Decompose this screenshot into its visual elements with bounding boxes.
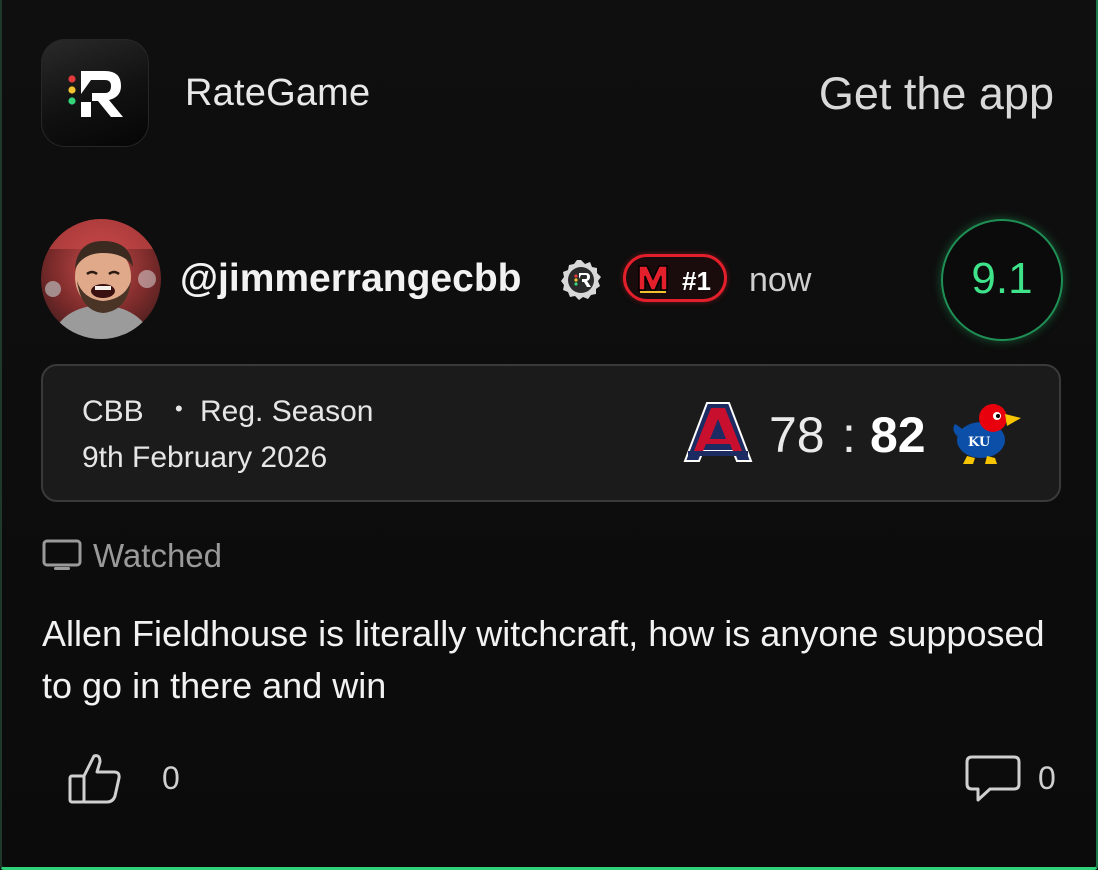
post-timestamp: now (749, 261, 812, 299)
comment-icon[interactable] (964, 754, 1022, 804)
kansas-jayhawk-logo-icon: KU (949, 400, 1023, 466)
comment-count: 0 (1038, 760, 1056, 796)
team-rank-badge[interactable]: #1 (623, 254, 727, 302)
home-score: 82 (870, 407, 926, 463)
avatar[interactable] (41, 219, 161, 339)
maryland-m-logo-icon (636, 263, 670, 295)
rategame-logo-icon[interactable] (41, 39, 149, 147)
svg-text:KU: KU (968, 435, 991, 450)
game-date: 9th February 2026 (82, 441, 328, 474)
app-name: RateGame (185, 72, 371, 114)
review-text: Allen Fieldhouse is literally witchcraft… (42, 613, 1045, 706)
league-label: CBB (82, 395, 144, 428)
score-separator: : (842, 407, 856, 463)
away-score: 78 (769, 407, 825, 463)
rating-value: 9.1 (971, 254, 1033, 303)
rating-score-badge: 9.1 (941, 219, 1063, 341)
get-the-app-link[interactable]: Get the app (819, 68, 1054, 120)
arizona-logo-icon (683, 401, 753, 465)
thumbs-up-icon[interactable] (66, 752, 124, 806)
team-rank: #1 (682, 266, 711, 296)
rategame-badge-icon (559, 258, 603, 302)
watched-label: Watched (93, 537, 223, 574)
meta-separator: • (175, 396, 183, 421)
username[interactable]: @jimmerrangecbb (180, 257, 521, 301)
tv-icon (42, 538, 82, 572)
season-label: Reg. Season (200, 395, 374, 428)
game-card[interactable]: CBB • Reg. Season 9th February 2026 78 :… (41, 364, 1061, 502)
like-count: 0 (162, 760, 180, 796)
post-card-frame: RateGame Get the app @jimmerrangecbb #1 … (0, 0, 1098, 870)
